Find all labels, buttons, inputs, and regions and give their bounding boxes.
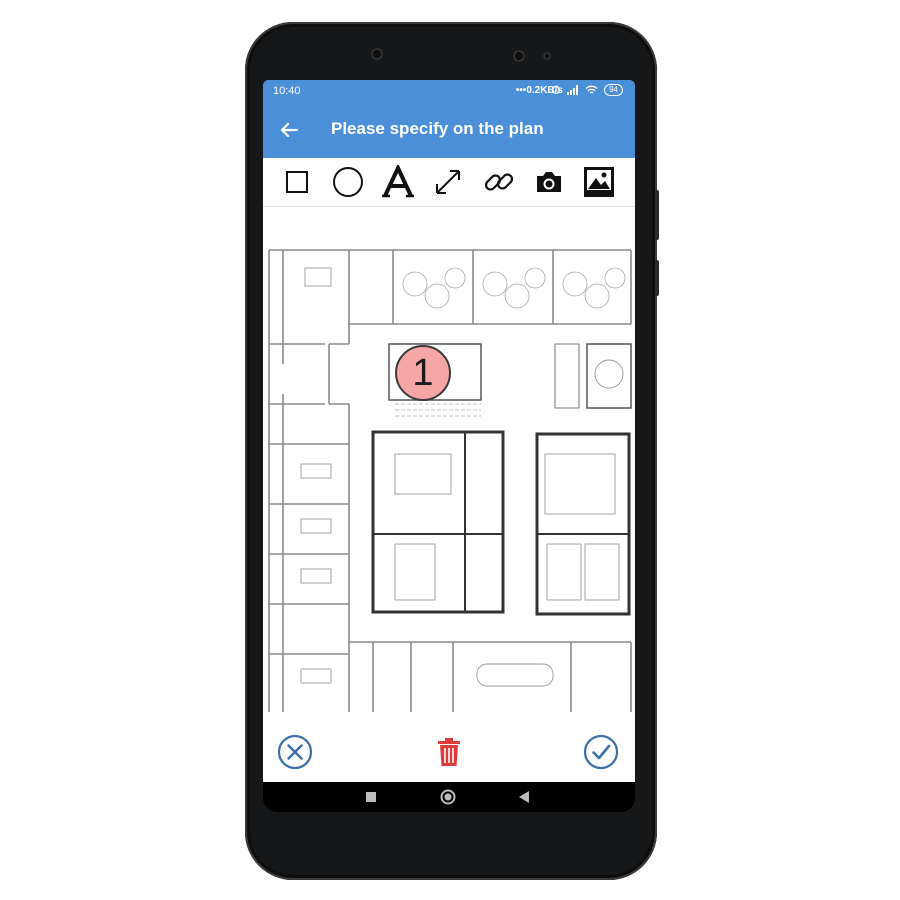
status-bar: 10:40 •••0.2KB/s 94 [263, 80, 635, 102]
link-tool-button[interactable] [481, 164, 517, 200]
text-tool-button[interactable] [380, 164, 416, 200]
battery-indicator: 94 [604, 84, 623, 96]
circle-icon [333, 167, 363, 197]
resize-tool-button[interactable] [430, 164, 466, 200]
camera-tool-button[interactable] [531, 164, 567, 200]
nav-home-button[interactable] [440, 789, 456, 805]
floor-plan[interactable] [265, 244, 635, 712]
floor-plan-drawing [268, 249, 632, 712]
delete-button[interactable] [429, 732, 469, 772]
cancel-button[interactable] [275, 732, 315, 772]
signal-icon [567, 85, 579, 95]
nav-recents-button[interactable] [363, 789, 379, 805]
text-icon [382, 165, 414, 198]
screen: 10:40 •••0.2KB/s 94 Please specify on th… [263, 80, 635, 812]
back-triangle-icon [519, 791, 529, 803]
alarm-icon [551, 85, 561, 95]
circle-tool-button[interactable] [330, 164, 366, 200]
camera-icon [537, 172, 561, 192]
front-camera [371, 48, 383, 60]
close-circle-icon [277, 734, 313, 770]
volume-button [655, 190, 659, 240]
drawing-toolbar [263, 158, 635, 207]
nav-back-button[interactable] [516, 789, 532, 805]
confirm-button[interactable] [581, 732, 621, 772]
image-tool-button[interactable] [581, 164, 617, 200]
status-icons: 94 [551, 84, 623, 96]
trash-icon [438, 738, 460, 766]
check-circle-icon [583, 734, 619, 770]
square-tool-button[interactable] [279, 164, 315, 200]
power-button [655, 260, 659, 296]
resize-arrow-icon [436, 170, 460, 194]
action-bar [263, 720, 635, 782]
plan-marker[interactable]: 1 [395, 345, 451, 401]
image-icon [584, 167, 614, 197]
wifi-icon [585, 85, 598, 94]
sensor [513, 50, 525, 62]
link-icon [484, 173, 514, 191]
app: 10:40 •••0.2KB/s 94 Please specify on th… [263, 80, 635, 782]
square-icon [286, 171, 308, 193]
sensor [543, 52, 551, 60]
arrow-left-icon[interactable] [277, 118, 301, 142]
system-nav-bar [263, 782, 635, 812]
square-nav-icon [366, 792, 376, 802]
status-time: 10:40 [273, 85, 301, 97]
app-bar: Please specify on the plan [263, 102, 635, 158]
home-circle-icon [440, 789, 456, 805]
page-title: Please specify on the plan [331, 119, 544, 138]
